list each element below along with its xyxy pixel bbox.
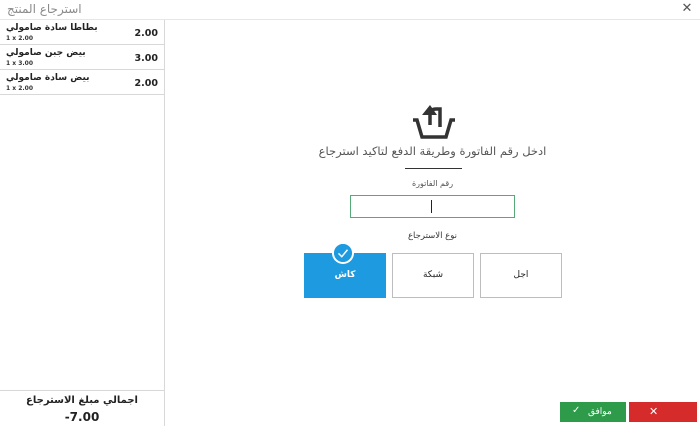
check-icon: ✓ [572,405,581,416]
list-item[interactable]: بطاطا سادة صامولي 1 x 2.00 2.00 [0,20,164,45]
title-bar: استرجاع المنتج ✕ [0,0,700,20]
item-price: 2.00 [134,28,158,39]
item-name: بطاطا سادة صامولي [6,23,98,33]
close-icon[interactable]: ✕ [680,2,694,16]
cancel-button[interactable]: ✕ [629,402,697,422]
refund-product-window: استرجاع المنتج ✕ بطاطا سادة صامولي 1 x 2… [0,0,700,426]
cancel-x-icon: ✕ [649,406,659,418]
item-price: 2.00 [134,78,158,89]
basket-return-icon [413,105,455,139]
item-qty: 1 x 2.00 [6,85,34,92]
refund-items-panel: بطاطا سادة صامولي 1 x 2.00 2.00 بيض جبن … [0,20,165,426]
refund-type-label: نوع الاسترجاع [407,231,458,241]
ok-button[interactable]: ✓ موافق [560,402,626,422]
item-qty: 1 x 2.00 [6,35,34,42]
refund-form: ادخل رقم الفاتورة وطريقة الدفع لتاكيد اس… [165,20,700,426]
check-icon [332,242,354,264]
refund-option-network[interactable]: شبكة [392,253,474,298]
refund-total-label: اجمالي مبلغ الاسترجاع [26,395,138,406]
refund-option-later[interactable]: اجل [480,253,562,298]
text-caret [431,200,432,213]
item-qty: 1 x 3.00 [6,60,34,67]
refund-total-value: -7.00 [64,410,100,424]
divider [405,168,462,169]
refund-total: اجمالي مبلغ الاسترجاع -7.00 [0,390,164,426]
item-name: بيض جبن صامولي [6,48,86,58]
list-item[interactable]: بيض سادة صامولي 1 x 2.00 2.00 [0,70,164,95]
instructions-text: ادخل رقم الفاتورة وطريقة الدفع لتاكيد اس… [318,144,547,158]
invoice-number-input[interactable] [350,195,515,218]
ok-button-label: موافق [588,406,612,416]
item-name: بيض سادة صامولي [6,73,90,83]
window-title: استرجاع المنتج [7,2,82,16]
invoice-number-label: رقم الفاتورة [411,179,454,188]
list-item[interactable]: بيض جبن صامولي 1 x 3.00 3.00 [0,45,164,70]
item-price: 3.00 [134,53,158,64]
